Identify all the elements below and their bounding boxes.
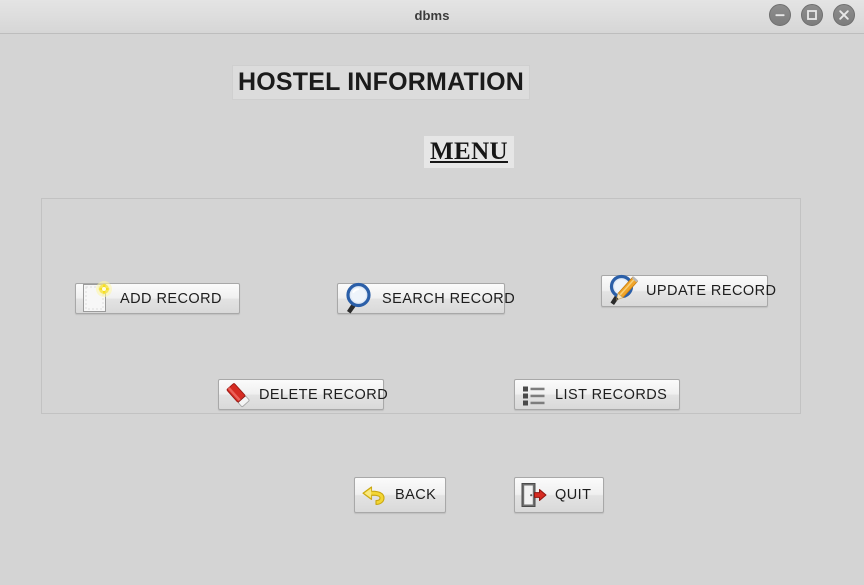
add-record-button[interactable]: ADD RECORD (75, 280, 240, 314)
close-button[interactable] (833, 4, 855, 26)
search-record-label: SEARCH RECORD (382, 290, 516, 307)
minimize-button[interactable] (769, 4, 791, 26)
quit-button[interactable]: QUIT (514, 477, 604, 513)
menu-heading: MENU (424, 136, 514, 168)
bulleted-list-icon (519, 380, 549, 410)
delete-record-button[interactable]: DELETE RECORD (218, 379, 388, 410)
back-label: BACK (395, 487, 437, 503)
add-record-label: ADD RECORD (120, 290, 222, 307)
magnifier-pencil-icon (606, 272, 640, 310)
maximize-icon (807, 10, 817, 20)
app-window: dbms HOSTEL INFORMATION MENU ADD RECORD … (0, 0, 864, 585)
maximize-button[interactable] (801, 4, 823, 26)
search-record-button[interactable]: SEARCH RECORD (337, 282, 515, 314)
red-eraser-icon (223, 380, 253, 410)
new-document-icon (80, 280, 114, 318)
close-icon (839, 10, 849, 20)
list-records-label: LIST RECORDS (555, 386, 668, 403)
delete-record-label: DELETE RECORD (259, 386, 389, 403)
window-title: dbms (414, 8, 450, 23)
minimize-icon (775, 14, 785, 17)
list-records-button[interactable]: LIST RECORDS (514, 379, 680, 410)
exit-door-icon (519, 480, 549, 510)
page-title: HOSTEL INFORMATION (232, 65, 530, 100)
quit-label: QUIT (555, 487, 592, 503)
update-record-button[interactable]: UPDATE RECORD (601, 272, 776, 310)
window-controls (769, 4, 855, 26)
magnifier-icon (342, 280, 376, 318)
update-record-label: UPDATE RECORD (646, 283, 777, 299)
window-content: HOSTEL INFORMATION MENU ADD RECORD SEARC… (0, 34, 864, 585)
title-bar: dbms (0, 0, 864, 34)
back-arrow-icon (359, 480, 389, 510)
back-button[interactable]: BACK (354, 477, 446, 513)
